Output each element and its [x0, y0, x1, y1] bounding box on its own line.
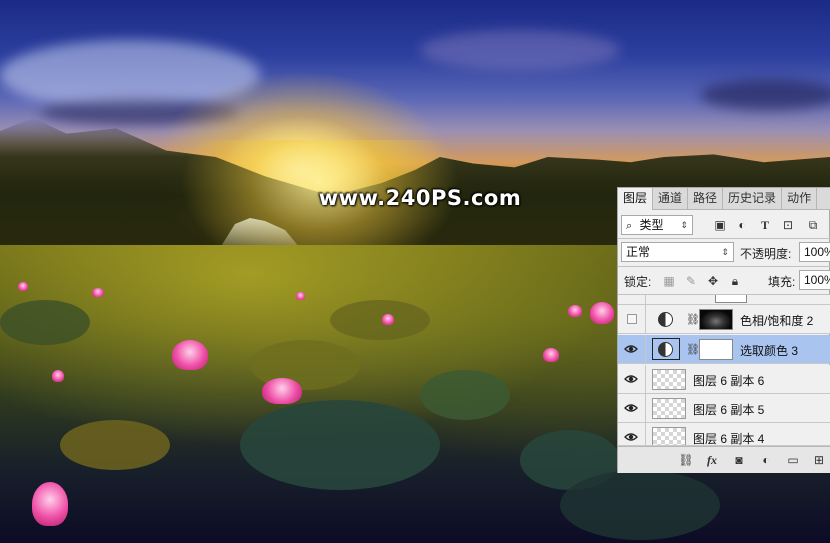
divider: [645, 394, 646, 423]
cloud: [420, 30, 620, 70]
search-icon: ⌕: [626, 220, 633, 232]
tab-layers[interactable]: 图层: [618, 188, 654, 210]
lotus-leaf: [60, 420, 170, 470]
tab-channels[interactable]: 通道: [653, 188, 689, 210]
chain-link-icon[interactable]: ⛓︎: [686, 313, 700, 326]
tab-paths[interactable]: 路径: [688, 188, 724, 210]
fill-value: 100%: [804, 273, 830, 287]
lock-label: 锁定:: [624, 275, 652, 289]
layer-mask-thumbnail[interactable]: [699, 309, 733, 330]
lotus-flower: [382, 314, 394, 325]
layer-name: 图层 6 副本 4: [693, 432, 765, 446]
layer-row[interactable]: 图层 6 副本 5: [618, 394, 830, 423]
adjustment-icon[interactable]: ◐: [758, 452, 774, 468]
fill-label: 填充:: [768, 275, 796, 289]
lotus-flower: [590, 302, 614, 324]
eye-icon[interactable]: [624, 373, 638, 385]
lotus-flower: [18, 282, 28, 291]
layer-name: 图层 6 副本 5: [693, 403, 765, 417]
lotus-leaf: [560, 470, 720, 540]
divider: [618, 238, 830, 239]
layer-name: 色相/饱和度 2: [740, 314, 814, 328]
cloud: [700, 80, 830, 110]
lotus-flower: [52, 370, 64, 382]
layer-mask-thumbnail[interactable]: [699, 339, 733, 360]
link-icon[interactable]: ⛓︎: [678, 452, 694, 468]
updown-arrow-icon: ⇕: [721, 247, 729, 257]
lotus-leaf: [420, 370, 510, 420]
layers-panel: 图层 通道 路径 历史记录 动作 ⌕ 类型 ⇕ ▣ ◐ T ⊡ ⧉ 正常 ⇕ 不…: [617, 187, 830, 473]
fx-icon[interactable]: fx: [704, 452, 720, 468]
layer-row[interactable]: ⛓︎ 色相/饱和度 2: [618, 305, 830, 334]
updown-arrow-icon: ⇕: [680, 220, 688, 230]
lock-position-icon[interactable]: ✥: [705, 273, 721, 289]
layer-filter-select[interactable]: ⌕ 类型 ⇕: [621, 215, 693, 235]
lotus-flower: [568, 305, 582, 317]
divider: [645, 335, 646, 364]
layer-thumbnail[interactable]: [652, 427, 686, 445]
lock-transparent-icon[interactable]: ▦: [661, 273, 677, 289]
panel-tabs: 图层 通道 路径 历史记录 动作: [618, 188, 830, 210]
lotus-flower: [543, 348, 559, 362]
blend-mode-value: 正常: [626, 245, 651, 259]
filter-pixel-icon[interactable]: ▣: [712, 217, 728, 233]
layer-thumbnail[interactable]: [652, 398, 686, 419]
filter-adjustment-icon[interactable]: ◐: [734, 217, 750, 233]
layer-thumbnail[interactable]: [652, 369, 686, 390]
lotus-flower: [296, 292, 305, 300]
adjustment-layer-icon: [658, 342, 673, 357]
layer-name: 图层 6 副本 6: [693, 374, 765, 388]
filter-type-icon[interactable]: T: [757, 217, 773, 233]
layer-row-selected[interactable]: ⛓︎ 选取颜色 3: [618, 335, 830, 364]
layer-mask-thumbnail: [715, 295, 747, 303]
lotus-flower: [172, 340, 208, 370]
layer-name: 选取颜色 3: [740, 344, 799, 358]
eye-icon[interactable]: [624, 402, 638, 414]
divider: [645, 423, 646, 445]
layer-row[interactable]: 图层 6 副本 4: [618, 423, 830, 446]
chain-link-icon[interactable]: ⛓︎: [686, 343, 700, 356]
filter-smartobject-icon[interactable]: ⧉: [805, 217, 821, 233]
lotus-flower: [262, 378, 302, 404]
filter-shape-icon[interactable]: ⊡: [780, 217, 796, 233]
tab-history[interactable]: 历史记录: [723, 188, 783, 210]
lock-all-icon[interactable]: 🔒︎: [727, 273, 743, 289]
lock-paint-icon[interactable]: ✎: [683, 273, 699, 289]
opacity-input[interactable]: 100%: [799, 242, 830, 262]
layers-panel-toolbar: ⛓︎ fx ◙ ◐ ▭ ⊞: [618, 446, 830, 473]
opacity-label: 不透明度:: [740, 247, 792, 261]
lotus-flower: [32, 482, 68, 526]
lotus-flower: [92, 288, 104, 297]
blend-mode-select[interactable]: 正常 ⇕: [621, 242, 734, 262]
divider: [645, 305, 646, 334]
tab-actions[interactable]: 动作: [782, 188, 818, 210]
lotus-leaf: [240, 400, 440, 490]
divider: [645, 295, 646, 304]
divider: [618, 266, 830, 267]
layer-row-partial[interactable]: [618, 295, 830, 305]
eye-icon[interactable]: [624, 431, 638, 443]
visibility-off-toggle[interactable]: [627, 314, 637, 324]
filter-label: 类型: [639, 218, 664, 232]
lotus-leaf: [0, 300, 90, 345]
divider: [645, 365, 646, 394]
fill-input[interactable]: 100%: [799, 270, 830, 290]
adjustment-layer-icon: [658, 312, 673, 327]
new-layer-icon[interactable]: ⊞: [811, 452, 827, 468]
opacity-value: 100%: [804, 245, 830, 259]
folder-icon[interactable]: ▭: [785, 452, 801, 468]
eye-icon[interactable]: [624, 343, 638, 355]
lotus-leaf: [330, 300, 430, 340]
layer-row[interactable]: 图层 6 副本 6: [618, 365, 830, 394]
mask-icon[interactable]: ◙: [731, 452, 747, 468]
